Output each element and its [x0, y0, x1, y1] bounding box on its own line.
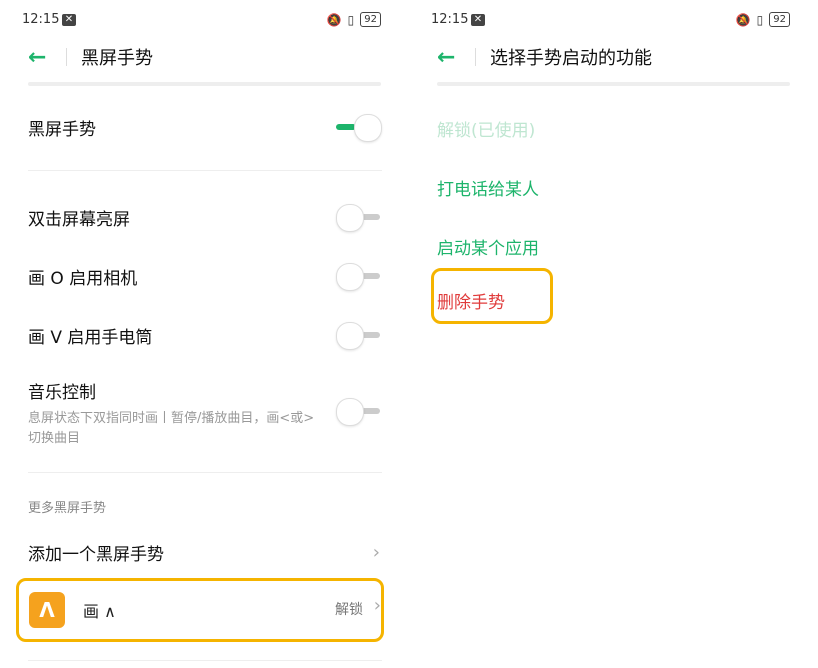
back-arrow-icon[interactable]: ← [437, 45, 473, 70]
setting-row-black-screen-gesture[interactable]: 黑屏手势 [28, 112, 382, 142]
notification-icon: ✕ [471, 14, 485, 26]
toggle-switch[interactable] [336, 398, 382, 426]
back-arrow-icon[interactable]: ← [28, 45, 64, 70]
status-time: 12:15 [431, 12, 469, 27]
battery-icon: 92 [769, 12, 790, 27]
setting-row-draw-v[interactable]: 画 V 启用手电筒 [28, 320, 382, 350]
option-call-someone[interactable]: 打电话给某人 [437, 175, 539, 200]
status-time: 12:15 [22, 12, 60, 27]
section-title: 更多黑屏手势 [28, 501, 107, 516]
page-title: 黑屏手势 [81, 48, 153, 69]
gesture-item-row[interactable] [0, 578, 409, 636]
right-screen: 12:15 ✕ 🔕 ▯ 92 ← 选择手势启动的功能 解锁(已使用) 打电话给某… [409, 0, 818, 668]
header: ← 黑屏手势 [28, 42, 381, 72]
setting-label: 音乐控制 [28, 383, 96, 403]
notification-icon: ✕ [62, 14, 76, 26]
toggle-switch[interactable] [336, 204, 382, 232]
setting-label: 画 V 启用手电筒 [28, 327, 153, 348]
divider [28, 472, 382, 473]
vibrate-icon: ▯ [347, 12, 355, 27]
divider [28, 170, 382, 171]
setting-row-double-tap[interactable]: 双击屏幕亮屏 [28, 202, 382, 232]
divider [475, 48, 476, 66]
setting-description: 息屏状态下双指同时画丨暂停/播放曲目，画<或>切换曲目 [28, 411, 315, 446]
setting-row-draw-o[interactable]: 画 O 启用相机 [28, 261, 382, 291]
toggle-switch[interactable] [336, 263, 382, 291]
setting-row-music-control[interactable]: 音乐控制 息屏状态下双指同时画丨暂停/播放曲目，画<或>切换曲目 [28, 378, 382, 448]
setting-label: 黑屏手势 [28, 119, 96, 140]
setting-label: 双击屏幕亮屏 [28, 209, 130, 230]
option-unlock-used: 解锁(已使用) [437, 121, 536, 141]
vibrate-icon: ▯ [756, 12, 764, 27]
toggle-switch[interactable] [336, 322, 382, 350]
left-screen: 12:15 ✕ 🔕 ▯ 92 ← 黑屏手势 黑屏手势 双击屏幕亮屏 画 O 启用… [0, 0, 409, 668]
page-title: 选择手势启动的功能 [490, 48, 652, 69]
divider [28, 660, 382, 661]
add-gesture-label: 添加一个黑屏手势 [28, 544, 164, 565]
header: ← 选择手势启动的功能 [437, 42, 790, 72]
toggle-switch[interactable] [336, 114, 382, 142]
option-delete-gesture[interactable]: 删除手势 [437, 288, 505, 313]
battery-icon: 92 [360, 12, 381, 27]
status-bar: 12:15 ✕ 🔕 ▯ 92 [22, 10, 381, 32]
mute-icon: 🔕 [326, 12, 342, 27]
header-divider [437, 82, 790, 86]
header-divider [28, 82, 381, 86]
mute-icon: 🔕 [735, 12, 751, 27]
setting-label: 画 O 启用相机 [28, 268, 138, 289]
divider [66, 48, 67, 66]
chevron-right-icon: › [372, 541, 380, 563]
status-bar: 12:15 ✕ 🔕 ▯ 92 [431, 10, 790, 32]
option-launch-app[interactable]: 启动某个应用 [437, 234, 539, 259]
add-gesture-row[interactable]: 添加一个黑屏手势 › [28, 537, 382, 567]
